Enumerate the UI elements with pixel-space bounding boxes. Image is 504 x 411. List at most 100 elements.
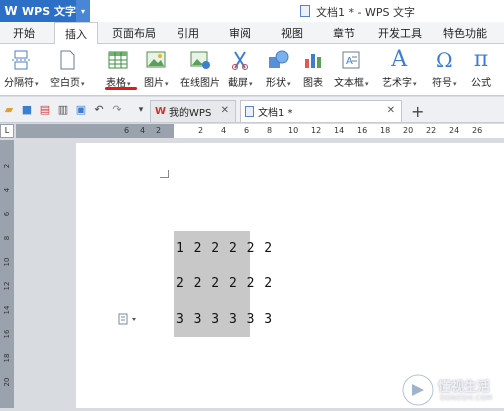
document-page[interactable] (76, 143, 504, 408)
online-picture-button[interactable]: 在线图片 (180, 47, 220, 93)
screenshot-icon (229, 49, 251, 71)
wps-logo-icon: W (4, 4, 18, 18)
close-icon[interactable]: ✕ (387, 105, 395, 116)
ruler-tick: 16 (3, 329, 11, 339)
annotation-underline (105, 87, 137, 90)
chart-icon (302, 49, 324, 71)
symbol-button[interactable]: Ω 符号▾ (432, 47, 457, 93)
ruler-tick: 4 (140, 126, 146, 135)
print-preview-icon[interactable]: ▣ (74, 103, 88, 117)
customize-dropdown-icon[interactable]: ▾ (134, 103, 148, 117)
tab-home[interactable]: 开始 (4, 22, 44, 44)
page-break-label: 分隔符 (4, 78, 34, 89)
chevron-down-icon: ▾ (453, 80, 457, 88)
ruler-tick: 2 (3, 163, 11, 169)
ruler-tick: 22 (426, 126, 437, 135)
ruler-tick: 26 (472, 126, 483, 135)
chart-label: 图表 (303, 78, 323, 89)
pi-glyph: π (473, 47, 489, 72)
tab-stop-selector[interactable]: L (0, 124, 14, 138)
ruler-tick: 8 (3, 235, 11, 241)
redo-icon[interactable]: ↷ (110, 103, 124, 117)
chart-button[interactable]: 图表 (302, 47, 324, 93)
tab-document-label: 文档1 * (258, 108, 293, 119)
ruler-tick: 4 (221, 126, 227, 135)
wordart-icon: A (388, 49, 410, 71)
document-line-3[interactable]: 3 3 3 3 3 3 (176, 312, 273, 327)
tab-my-wps[interactable]: W 我的WPS ✕ (150, 100, 236, 122)
chevron-down-icon: ▾ (249, 80, 253, 88)
ruler-tick: 18 (380, 126, 391, 135)
new-tab-plus-icon[interactable]: + (411, 102, 424, 121)
screenshot-button[interactable]: 截屏▾ (228, 47, 253, 93)
watermark-text: 懂视生活 (438, 380, 491, 395)
paste-options-icon[interactable] (118, 313, 136, 325)
textbox-icon: A (340, 49, 362, 71)
ruler-tick: 8 (267, 126, 273, 135)
picture-label: 图片 (144, 78, 164, 89)
picture-button[interactable]: 图片▾ (144, 47, 169, 93)
horizontal-ruler[interactable]: 6 4 2 2 4 6 8 10 12 14 16 18 20 22 24 26 (16, 124, 504, 138)
shapes-button[interactable]: 形状▾ (266, 47, 291, 93)
quick-access-bar: ▰ ■ ▤ ▥ ▣ ↶ ↷ ▾ W 我的WPS ✕ 文档1 * ✕ (0, 97, 504, 123)
svg-text:A: A (346, 56, 353, 67)
table-icon (107, 49, 129, 71)
ruler-tick: 6 (244, 126, 250, 135)
chevron-down-icon: ▾ (35, 80, 39, 88)
shapes-label: 形状 (266, 78, 286, 89)
textbox-button[interactable]: A 文本框▾ (334, 47, 369, 93)
tab-insert[interactable]: 插入 (54, 22, 98, 45)
document-line-1[interactable]: 1 2 2 2 2 2 (176, 241, 273, 256)
ruler-tick: 2 (198, 126, 204, 135)
formula-icon: π (470, 49, 492, 71)
ruler-tick: 18 (3, 353, 11, 363)
online-picture-icon (189, 49, 211, 71)
tab-review[interactable]: 审阅 (222, 22, 258, 44)
tab-references[interactable]: 引用 (170, 22, 206, 44)
ruler-tick: 24 (449, 126, 460, 135)
open-folder-icon[interactable]: ▰ (2, 103, 16, 117)
document-icon (300, 5, 310, 17)
tab-view[interactable]: 视图 (274, 22, 310, 44)
wordart-button[interactable]: A 艺术字▾ (382, 47, 417, 93)
undo-icon[interactable]: ↶ (92, 103, 106, 117)
tab-section[interactable]: 章节 (326, 22, 362, 44)
ruler-tick: 20 (403, 126, 414, 135)
document-line-2[interactable]: 2 2 2 2 2 2 (176, 276, 273, 291)
formula-button[interactable]: π 公式 (470, 47, 492, 93)
online-picture-label: 在线图片 (180, 78, 220, 89)
chevron-down-icon: ▾ (365, 80, 369, 88)
ruler-tick: 14 (3, 305, 11, 315)
tab-page-layout[interactable]: 页面布局 (106, 22, 162, 44)
page-break-icon (10, 49, 32, 71)
tab-developer[interactable]: 开发工具 (372, 22, 428, 44)
symbol-icon: Ω (433, 49, 455, 71)
tab-document[interactable]: 文档1 * ✕ (240, 100, 402, 122)
margin-mark (168, 170, 169, 178)
ruler-tick: 6 (124, 126, 130, 135)
symbol-label: 符号 (432, 78, 452, 89)
save-icon[interactable]: ■ (20, 103, 34, 117)
export-pdf-icon[interactable]: ▤ (38, 103, 52, 117)
ruler-tick: 12 (311, 126, 322, 135)
app-menu-button[interactable]: W WPS 文字 ▾ (0, 0, 90, 22)
ruler-tick: 16 (357, 126, 368, 135)
print-icon[interactable]: ▥ (56, 103, 70, 117)
formula-label: 公式 (471, 78, 491, 89)
blank-page-button[interactable]: 空白页▾ (50, 47, 85, 93)
ruler-tick: 6 (3, 211, 11, 217)
menu-bar: 开始 插入 页面布局 引用 审阅 视图 章节 开发工具 特色功能 (0, 22, 504, 45)
document-icon (245, 106, 254, 117)
textbox-label: 文本框 (334, 78, 364, 89)
title-bar: W WPS 文字 ▾ 文档1 * - WPS 文字 (0, 0, 504, 22)
blank-page-label: 空白页 (50, 78, 80, 89)
ruler-tick: 20 (3, 377, 11, 387)
ruler-tick: 12 (3, 281, 11, 291)
tab-special-features[interactable]: 特色功能 (434, 22, 496, 44)
close-icon[interactable]: ✕ (221, 105, 229, 116)
ribbon: 分隔符▾ 空白页▾ 表格▾ 图片▾ 在线图片 截屏▾ 形状▾ 图表 A 文本框▾… (0, 44, 504, 96)
vertical-ruler[interactable]: 2 4 6 8 10 12 14 16 18 20 (0, 140, 14, 408)
app-menu-dropdown-icon[interactable]: ▾ (76, 0, 90, 22)
blank-page-icon (56, 49, 78, 71)
page-break-button[interactable]: 分隔符▾ (4, 47, 39, 93)
